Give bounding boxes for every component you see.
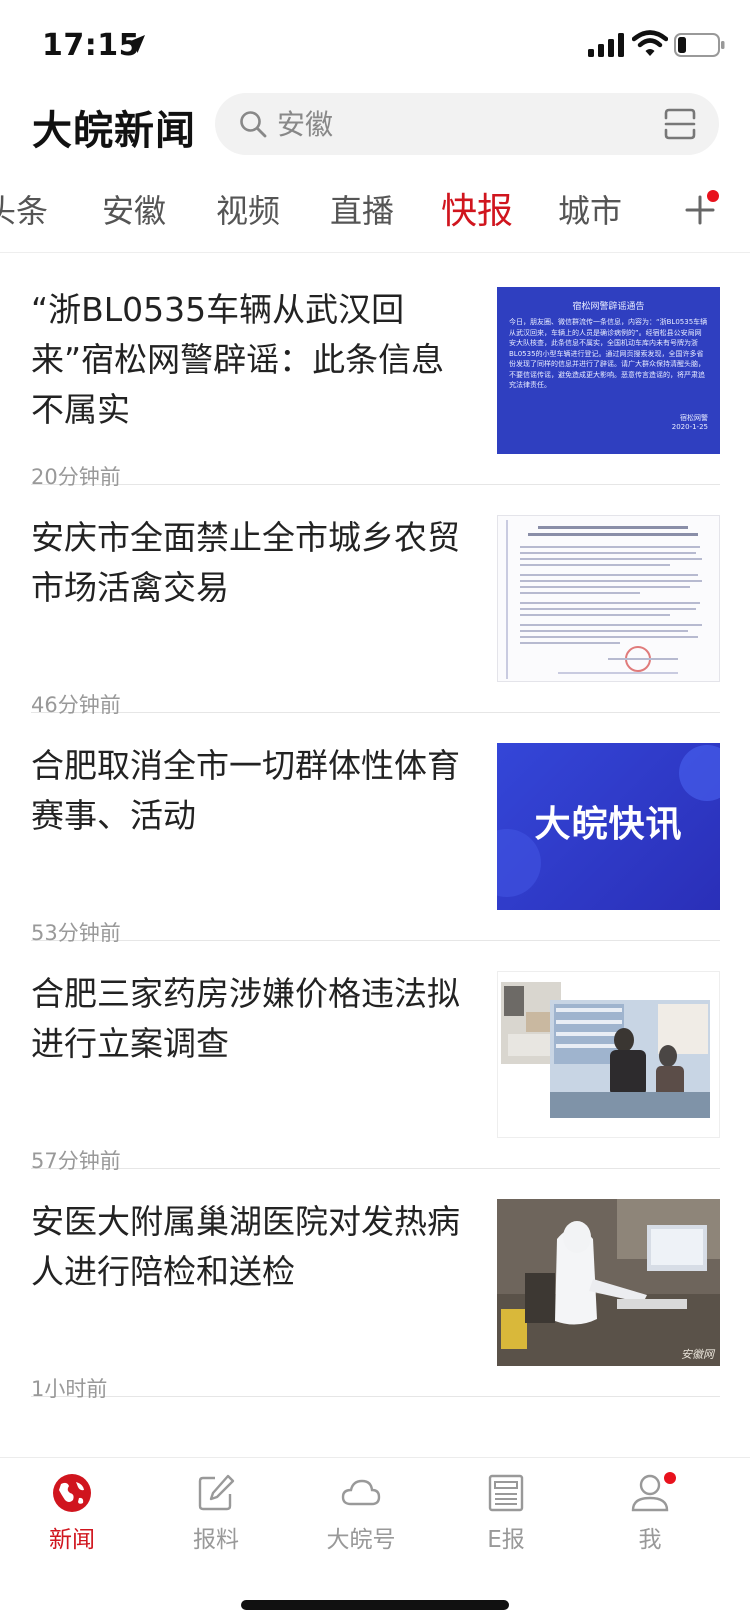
news-thumbnail[interactable]: [497, 971, 720, 1138]
document-image: [506, 520, 702, 679]
news-time: 1小时前: [31, 1377, 108, 1401]
news-item[interactable]: 安医大附属巢湖医院对发热病人进行陪检和送检 1小时前 安徽网: [31, 1169, 720, 1401]
status-bar: 17:15: [0, 0, 750, 90]
news-thumbnail[interactable]: 大皖快讯: [497, 743, 720, 910]
nav-label: E报: [487, 1527, 525, 1553]
bottom-nav: 新闻 报料 大皖号 E报 我: [0, 1457, 750, 1624]
battery-icon: [674, 33, 725, 57]
hospital-photo: [497, 1199, 720, 1366]
tab-video[interactable]: 视频: [216, 186, 280, 232]
news-thumbnail[interactable]: [497, 515, 720, 682]
notification-dot: [707, 190, 719, 202]
cloud-icon: [341, 1479, 381, 1506]
news-thumbnail[interactable]: 宿松网警辟谣通告 今日，朋友圈、微信群流传一条信息，内容为：“浙BL0535车辆…: [497, 287, 720, 454]
nav-report[interactable]: 报料: [156, 1472, 276, 1562]
nav-label: 大皖号: [326, 1527, 396, 1553]
nav-news[interactable]: 新闻: [12, 1472, 132, 1562]
app-title: 大皖新闻: [32, 108, 196, 154]
brand-logo-text: 大皖快讯: [534, 804, 683, 845]
search-icon: [240, 111, 267, 138]
news-title[interactable]: “浙BL0535车辆从武汉回来”宿松网警辟谣：此条信息不属实: [31, 285, 461, 435]
divider: [0, 252, 750, 253]
notice-date: 2020-1-25: [671, 423, 708, 431]
notice-heading: 宿松网警辟谣通告: [572, 302, 645, 312]
home-indicator: [241, 1600, 509, 1610]
tab-live[interactable]: 直播: [330, 186, 394, 232]
wifi-icon: [632, 30, 668, 56]
nav-label: 我: [638, 1527, 662, 1553]
scan-icon[interactable]: [663, 107, 697, 141]
nav-me[interactable]: 我: [590, 1472, 710, 1562]
news-thumbnail[interactable]: 安徽网: [497, 1199, 720, 1366]
watermark: 安徽网: [681, 1348, 714, 1361]
notification-dot: [664, 1472, 676, 1484]
nav-label: 新闻: [49, 1527, 95, 1553]
news-item[interactable]: 合肥三家药房涉嫌价格违法拟进行立案调查 57分钟前: [31, 941, 720, 1173]
globe-icon: [53, 1474, 91, 1512]
news-item[interactable]: 合肥取消全市一切群体性体育赛事、活动 53分钟前 大皖快讯: [31, 713, 720, 945]
news-item[interactable]: “浙BL0535车辆从武汉回来”宿松网警辟谣：此条信息不属实 20分钟前 宿松网…: [31, 257, 720, 489]
tab-express[interactable]: 快报: [441, 182, 513, 234]
notice-body: 今日，朋友圈、微信群流传一条信息，内容为：“浙BL0535车辆从武汉回来，车辆上…: [509, 318, 708, 389]
nav-e-paper[interactable]: E报: [446, 1472, 566, 1562]
channel-tabs: 头条 安徽 视频 直播 快报 城市: [0, 172, 750, 252]
news-item[interactable]: 安庆市全面禁止全市城乡农贸市场活禽交易 46分钟前: [31, 485, 720, 717]
tab-anhui[interactable]: 安徽: [102, 186, 166, 232]
tab-city[interactable]: 城市: [558, 186, 622, 232]
newspaper-icon: [488, 1474, 524, 1512]
nav-dawan-account[interactable]: 大皖号: [301, 1472, 421, 1562]
news-title[interactable]: 安医大附属巢湖医院对发热病人进行陪检和送检: [31, 1197, 461, 1297]
news-title[interactable]: 合肥三家药房涉嫌价格违法拟进行立案调查: [31, 969, 461, 1069]
edit-icon: [198, 1474, 235, 1511]
location-arrow-icon: [127, 35, 145, 53]
news-title[interactable]: 合肥取消全市一切群体性体育赛事、活动: [31, 741, 461, 841]
pharmacy-photo: [501, 982, 710, 1118]
nav-label: 报料: [193, 1527, 239, 1553]
cellular-signal-icon: [588, 33, 624, 57]
news-title[interactable]: 安庆市全面禁止全市城乡农贸市场活禽交易: [31, 513, 461, 613]
notice-signature: 宿松网警: [680, 414, 708, 422]
search-bar[interactable]: [215, 93, 719, 155]
search-input[interactable]: [277, 103, 617, 145]
tab-headlines[interactable]: 头条: [0, 186, 48, 232]
